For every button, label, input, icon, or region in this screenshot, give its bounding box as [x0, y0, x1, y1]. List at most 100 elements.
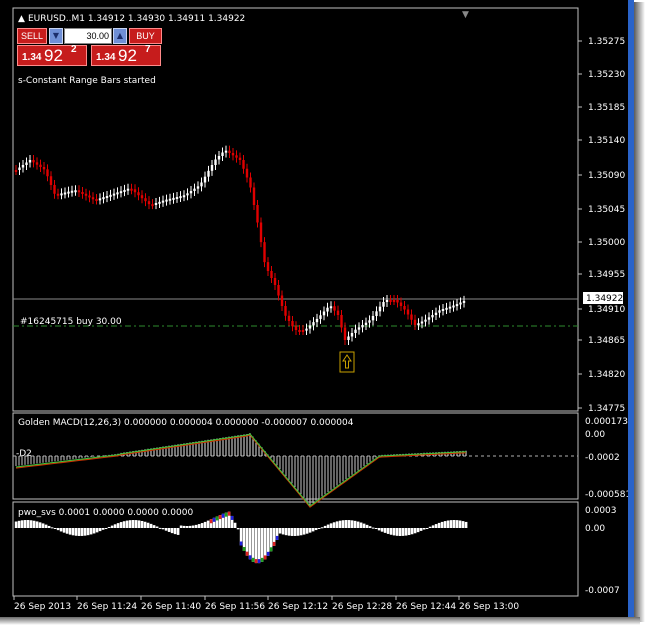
candle-body [221, 152, 224, 156]
pwo-bar [446, 520, 450, 528]
sell-price-button[interactable]: 1.34 92 2 [17, 44, 87, 66]
sell-price-big: 1.34 [22, 52, 42, 63]
candle-body [382, 302, 385, 307]
pwo-tick-label: 0.00 [585, 524, 605, 534]
pwo-bar-accent [215, 516, 219, 521]
pwo-bar-accent [209, 519, 213, 524]
pwo-bar [410, 528, 414, 535]
candle-body [462, 300, 466, 303]
candle-body [438, 310, 441, 313]
candle-body [452, 305, 455, 308]
price-tick-label: 1.34775 [588, 404, 625, 414]
buy-button[interactable]: BUY [129, 28, 162, 44]
candle-body [249, 177, 252, 188]
candle-body [67, 191, 70, 194]
pwo-bar [53, 528, 57, 529]
candle-body [60, 193, 63, 196]
pwo-bar [452, 520, 456, 528]
candle-body [186, 193, 189, 196]
pwo-bar [236, 528, 240, 530]
time-tick-label: 26 Sep 11:40 [141, 602, 201, 612]
candle-body [25, 162, 28, 165]
candle-body [448, 306, 452, 309]
lot-decrease-button[interactable]: ▼ [49, 28, 63, 44]
pwo-bar [311, 528, 315, 532]
pwo-bar [314, 528, 318, 531]
candle-body [14, 170, 18, 172]
pwo-bar [47, 525, 51, 528]
time-tick-label: 26 Sep 11:24 [77, 602, 137, 612]
candle-body [357, 327, 361, 330]
lot-size-input[interactable]: 30.00 [64, 28, 112, 44]
candle-body [287, 315, 291, 321]
pwo-bar [122, 521, 126, 528]
candle-body [256, 205, 259, 223]
pwo-bar [263, 528, 267, 560]
sell-price-pip: 2 [71, 44, 77, 55]
candle-body [326, 307, 329, 312]
candle-body [319, 315, 322, 319]
pwo-histogram [14, 511, 468, 564]
pwo-bar [20, 520, 24, 528]
pwo-bar [245, 528, 249, 556]
pwo-bar [386, 528, 390, 534]
candle-body [396, 300, 399, 303]
pwo-bar [104, 528, 108, 529]
candle-body [410, 314, 413, 320]
candle-body [284, 306, 287, 316]
pwo-bar [17, 520, 21, 528]
candle-body [175, 197, 179, 199]
scroll-marker-icon[interactable]: ▼ [462, 10, 469, 20]
candle-body [343, 327, 347, 340]
pwo-bar [278, 528, 282, 534]
candle-body [42, 167, 46, 170]
candle-body [39, 164, 42, 167]
macd-tick-label: -0.0002 [585, 453, 620, 463]
time-tick-label: 26 Sep 2013 [14, 602, 71, 612]
pwo-bar [176, 528, 180, 535]
candle-body [56, 193, 60, 196]
candle-body [231, 153, 235, 156]
candle-body [165, 199, 168, 202]
candle-body [312, 322, 315, 326]
chevron-up-icon: ▲ [116, 31, 124, 40]
pwo-bar [299, 528, 303, 536]
pwo-bar [248, 528, 252, 560]
one-click-trading-panel: SELL ▼ 30.00 ▲ BUY 1.34 92 2 1.34 92 7 [17, 28, 162, 66]
pwo-bar [203, 521, 207, 528]
pwo-bar [350, 520, 354, 528]
pwo-bar-accent [272, 541, 276, 546]
candle-body [361, 325, 364, 328]
pwo-bar [26, 520, 30, 528]
candle-body [102, 197, 105, 200]
candle-body [46, 169, 49, 177]
candle-body [203, 176, 207, 183]
buy-price-button[interactable]: 1.34 92 7 [91, 44, 161, 66]
pwo-bar [200, 523, 204, 528]
sell-button[interactable]: SELL [17, 28, 47, 44]
pwo-bar [260, 528, 264, 562]
pwo-bar [146, 522, 150, 528]
pwo-bar [419, 528, 423, 531]
candle-body [315, 318, 319, 323]
lot-increase-button[interactable]: ▲ [113, 28, 127, 44]
pwo-bar [398, 528, 402, 536]
candle-body [158, 201, 161, 204]
time-tick-label: 26 Sep 12:12 [268, 602, 328, 612]
pwo-bar [14, 521, 18, 528]
candle-body [392, 300, 396, 302]
candle-body [305, 328, 308, 331]
pwo-bar [137, 520, 141, 528]
candle-body [399, 302, 403, 306]
triangle-icon: ▲ [18, 14, 25, 24]
chart-canvas[interactable]: ▲ EURUSD..M1 1.34912 1.34930 1.34911 1.3… [0, 0, 628, 617]
candle-body [18, 167, 21, 170]
candle-body [224, 150, 228, 153]
pwo-bar [455, 520, 459, 528]
candle-body [228, 150, 231, 153]
candle-body [403, 306, 406, 310]
pwo-bar-accent [221, 513, 225, 518]
candle-body [70, 190, 74, 193]
pwo-bar [257, 528, 261, 564]
pwo-bar [179, 525, 183, 528]
